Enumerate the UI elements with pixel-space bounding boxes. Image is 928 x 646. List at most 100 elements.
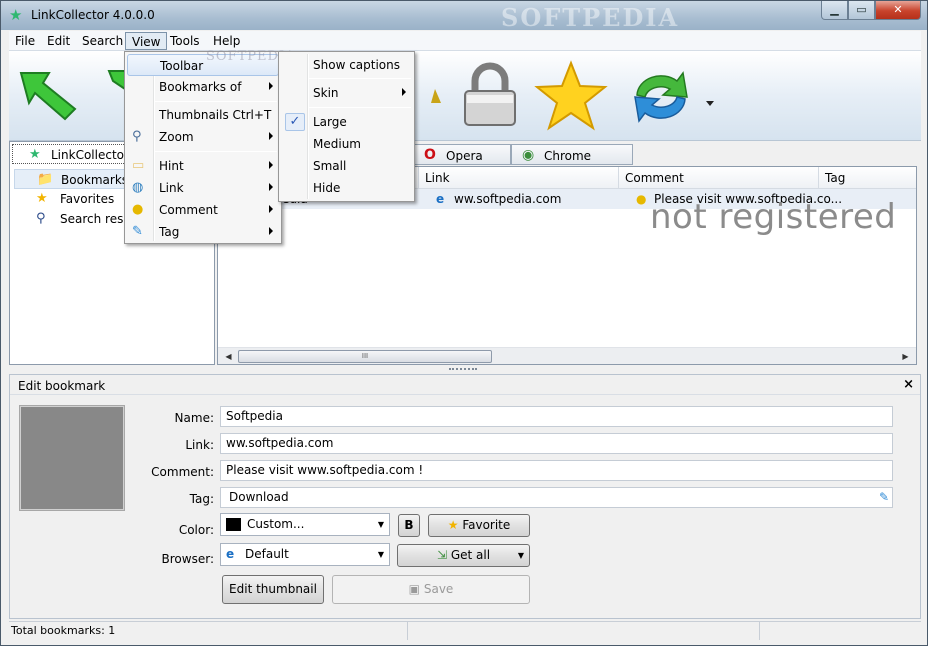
menu-item-label: Tag: [159, 225, 180, 239]
import-arrow-icon[interactable]: [13, 59, 88, 134]
maximize-button[interactable]: ▭: [848, 1, 875, 20]
edit-bookmark-panel: Edit bookmark × Name: Softpedia Link: ww…: [9, 374, 921, 619]
column-tag[interactable]: Tag: [818, 167, 916, 189]
title-bar[interactable]: ★ LinkCollector 4.0.0.0 SOFTPEDIA ▁ ▭ ✕: [1, 1, 927, 32]
tag-pencil-icon: ✎: [132, 224, 143, 239]
color-swatch: [226, 518, 241, 531]
ie-icon: e: [226, 547, 235, 561]
comment-bubble-icon: ●: [132, 202, 144, 217]
menu-item-zoom[interactable]: ⚲ Zoom: [127, 126, 279, 148]
menu-item-label: Link: [159, 181, 184, 195]
scroll-thumb[interactable]: III: [238, 350, 492, 363]
menu-tools[interactable]: Tools: [164, 32, 206, 50]
favorite-button[interactable]: ★ Favorite: [428, 514, 530, 537]
menu-item-bookmarks-of[interactable]: Bookmarks of: [127, 76, 279, 98]
column-comment[interactable]: Comment: [618, 167, 818, 189]
binoculars-icon: ⚲: [36, 211, 46, 226]
menu-separator: [309, 107, 411, 108]
menu-view[interactable]: View: [125, 32, 168, 50]
submenu-arrow-icon: [269, 205, 273, 213]
menu-item-show-captions[interactable]: Show captions: [281, 54, 412, 76]
menu-item-hide[interactable]: Hide: [281, 177, 412, 199]
menu-search[interactable]: Search: [76, 32, 129, 50]
submenu-arrow-icon: [402, 88, 406, 96]
link-field[interactable]: ww.softpedia.com: [220, 433, 893, 454]
watermark: SOFTPEDIA: [501, 3, 680, 32]
comment-field[interactable]: Please visit www.softpedia.com !: [220, 460, 893, 481]
menu-edit[interactable]: Edit: [41, 32, 76, 50]
edit-panel-title: Edit bookmark: [18, 379, 106, 393]
name-field[interactable]: Softpedia: [220, 406, 893, 427]
color-value: Custom...: [247, 517, 305, 531]
edit-thumbnail-button[interactable]: Edit thumbnail: [222, 575, 324, 604]
ie-icon: e: [436, 192, 445, 206]
scroll-left-icon[interactable]: ◀: [220, 349, 237, 364]
tree-root-tab[interactable]: ★ LinkCollector: [12, 144, 134, 164]
scroll-right-icon[interactable]: ▶: [897, 349, 914, 364]
panel-splitter[interactable]: [449, 368, 477, 372]
menu-item-label: Medium: [313, 137, 361, 151]
menu-item-skin[interactable]: Skin: [281, 82, 412, 104]
menu-item-comment[interactable]: ● Comment: [127, 199, 279, 221]
submenu-arrow-icon: [269, 183, 273, 191]
bold-button[interactable]: B: [398, 514, 420, 537]
color-select[interactable]: Custom... ▼: [220, 513, 390, 536]
menu-file[interactable]: File: [9, 32, 41, 50]
color-label: Color:: [178, 523, 214, 537]
menu-separator: [155, 151, 277, 152]
get-all-button[interactable]: ⇲ Get all ▼: [397, 544, 530, 567]
tab-opera[interactable]: O Opera: [413, 144, 511, 165]
submenu-arrow-icon: [269, 82, 273, 90]
menu-item-label: Toolbar: [160, 59, 204, 73]
sync-arrows-icon[interactable]: [623, 59, 698, 134]
view-menu: Toolbar Bookmarks of Thumbnails Ctrl+T ⚲…: [124, 51, 282, 244]
menu-item-medium[interactable]: Medium: [281, 133, 412, 155]
column-link[interactable]: Link: [418, 167, 618, 189]
globe-link-icon: ◍: [132, 180, 144, 195]
menu-item-hint[interactable]: ▭ Hint: [127, 155, 279, 177]
browser-select[interactable]: e Default ▼: [220, 543, 390, 566]
save-button[interactable]: ▣ Save: [332, 575, 530, 604]
menu-item-label: Show captions: [313, 58, 400, 72]
sync-dropdown-arrow-icon[interactable]: [705, 59, 715, 134]
status-bar: Total bookmarks: 1: [9, 621, 921, 640]
menu-item-link[interactable]: ◍ Link: [127, 177, 279, 199]
window-controls: ▁ ▭ ✕: [821, 1, 921, 20]
lock-icon[interactable]: [453, 59, 528, 134]
browser-label: Browser:: [161, 552, 214, 566]
tab-chrome[interactable]: ◉ Chrome: [511, 144, 633, 165]
tag-label: Tag:: [189, 492, 214, 506]
menu-item-thumbnails[interactable]: Thumbnails Ctrl+T: [127, 104, 279, 126]
not-registered-overlay: not registered: [650, 197, 897, 237]
folder-icon: 📁: [37, 172, 54, 187]
app-star-icon: ★: [9, 6, 23, 24]
get-all-label: Get all: [450, 548, 491, 562]
comment-bubble-icon: ●: [636, 192, 647, 206]
star-icon: ★: [447, 518, 459, 532]
tag-pencil-icon[interactable]: ✎: [879, 488, 889, 507]
menu-item-label: Comment: [159, 203, 218, 217]
status-text: Total bookmarks: 1: [11, 624, 116, 637]
tag-field[interactable]: Download ✎: [220, 487, 893, 508]
name-label: Name:: [174, 411, 214, 425]
menu-help[interactable]: Help: [207, 32, 246, 50]
favorite-star-icon[interactable]: [533, 59, 608, 134]
tag-value: Download: [229, 490, 289, 504]
submenu-arrow-icon: [269, 161, 273, 169]
opera-icon: O: [424, 147, 436, 163]
dropdown-arrow-icon[interactable]: [431, 59, 441, 134]
menu-item-large[interactable]: ✓ Large: [281, 111, 412, 133]
close-button[interactable]: ✕: [875, 1, 921, 20]
cell-link: ww.softpedia.com: [454, 192, 562, 206]
menu-item-label: Large: [313, 115, 347, 129]
tree-item-label: Bookmarks: [61, 173, 129, 187]
tree-item-label: Favorites: [60, 192, 115, 206]
get-page-icon: ⇲: [436, 548, 447, 562]
menu-item-small[interactable]: Small: [281, 155, 412, 177]
minimize-button[interactable]: ▁: [821, 1, 848, 20]
edit-panel-header: Edit bookmark ×: [10, 375, 920, 395]
horizontal-scrollbar[interactable]: ◀ III ▶: [218, 347, 916, 364]
close-icon[interactable]: ×: [903, 377, 914, 392]
export-arrow-icon[interactable]: [105, 59, 125, 134]
menu-item-tag[interactable]: ✎ Tag: [127, 221, 279, 243]
